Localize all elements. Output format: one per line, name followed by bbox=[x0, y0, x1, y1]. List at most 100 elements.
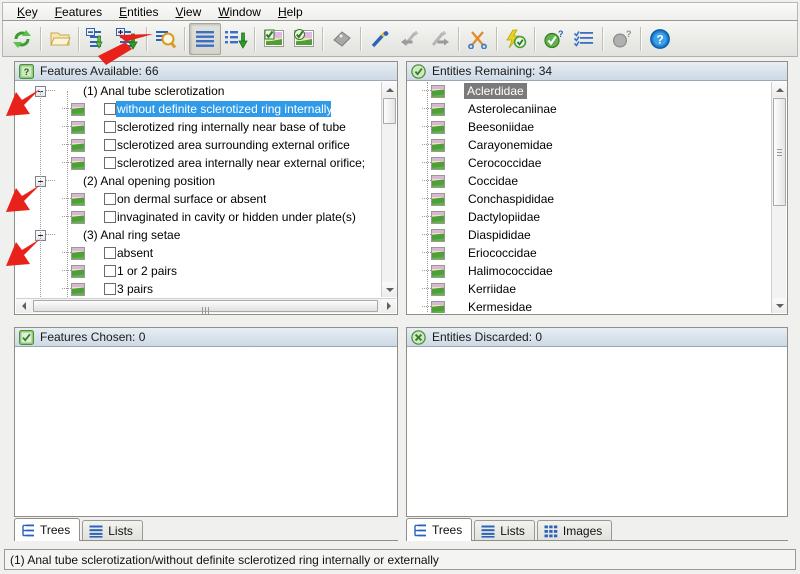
menu-item-view[interactable]: View bbox=[167, 4, 210, 20]
state-image-icon[interactable] bbox=[71, 247, 85, 260]
tree-state-row[interactable]: without definite sclerotized ring intern… bbox=[16, 100, 381, 118]
entity-row[interactable]: Eriococcidae bbox=[408, 244, 771, 262]
state-checkbox[interactable] bbox=[104, 247, 116, 259]
features-chosen-body[interactable] bbox=[15, 347, 397, 516]
scroll-up-button[interactable] bbox=[772, 82, 787, 97]
features-tree[interactable]: (1) Anal tube sclerotization without def… bbox=[16, 82, 381, 297]
scroll-down-button[interactable] bbox=[772, 298, 787, 313]
entity-row[interactable]: Asterolecaniinae bbox=[408, 100, 771, 118]
wand-back-button[interactable] bbox=[395, 24, 425, 54]
tree-state-row[interactable]: invaginated in cavity or hidden under pl… bbox=[16, 208, 381, 226]
entity-image-icon[interactable] bbox=[431, 229, 445, 242]
feature-state-label[interactable]: absent bbox=[116, 246, 153, 260]
entity-row[interactable]: Kerriidae bbox=[408, 280, 771, 298]
unknown-button[interactable]: ? bbox=[607, 24, 637, 54]
entity-row[interactable]: Conchaspididae bbox=[408, 190, 771, 208]
entity-label[interactable]: Halimococcidae bbox=[467, 264, 553, 278]
entity-image-icon[interactable] bbox=[431, 265, 445, 278]
scroll-right-button[interactable] bbox=[381, 299, 396, 313]
entity-row[interactable]: Cerococcidae bbox=[408, 154, 771, 172]
lightning-check-button[interactable] bbox=[501, 24, 531, 54]
entity-label[interactable]: Conchaspididae bbox=[467, 192, 554, 206]
feature-state-label[interactable]: sclerotized area surrounding external or… bbox=[116, 138, 350, 152]
tree-group-row[interactable]: (2) Anal opening position bbox=[16, 172, 381, 190]
state-image-icon[interactable] bbox=[71, 139, 85, 152]
hscroll-thumb[interactable] bbox=[33, 300, 378, 312]
tree-state-row[interactable]: absent bbox=[16, 244, 381, 262]
feature-state-label[interactable]: 3 pairs bbox=[116, 282, 153, 296]
expand-tree-button[interactable] bbox=[113, 24, 143, 54]
state-checkbox[interactable] bbox=[104, 157, 116, 169]
state-checkbox[interactable] bbox=[104, 283, 116, 295]
tab-trees-right[interactable]: Trees bbox=[406, 518, 472, 541]
checklist-button[interactable] bbox=[569, 24, 599, 54]
tree-group-row[interactable]: (1) Anal tube sclerotization bbox=[16, 82, 381, 100]
tree-state-row[interactable]: sclerotized ring internally near base of… bbox=[16, 118, 381, 136]
state-image-icon[interactable] bbox=[71, 265, 85, 278]
magic-wand-button[interactable] bbox=[365, 24, 395, 54]
state-image-icon[interactable] bbox=[71, 283, 85, 296]
scroll-left-button[interactable] bbox=[16, 299, 31, 313]
entity-image-icon[interactable] bbox=[431, 103, 445, 116]
entity-label[interactable]: Asterolecaniinae bbox=[467, 102, 557, 116]
features-vscrollbar[interactable] bbox=[381, 82, 396, 297]
menu-item-help[interactable]: Help bbox=[270, 4, 312, 20]
feature-state-label[interactable]: invaginated in cavity or hidden under pl… bbox=[116, 210, 356, 224]
tab-lists-left[interactable]: Lists bbox=[82, 520, 143, 541]
tab-images-right[interactable]: Images bbox=[537, 520, 612, 541]
sort-descending-button[interactable] bbox=[221, 24, 251, 54]
menu-item-window[interactable]: Window bbox=[210, 4, 270, 20]
state-image-icon[interactable] bbox=[71, 157, 85, 170]
state-image-icon[interactable] bbox=[71, 211, 85, 224]
entities-discarded-list[interactable] bbox=[408, 348, 786, 515]
scroll-up-button[interactable] bbox=[382, 82, 397, 97]
find-features-button[interactable] bbox=[151, 24, 181, 54]
feature-state-label[interactable]: 1 or 2 pairs bbox=[116, 264, 177, 278]
feature-state-label[interactable]: without definite sclerotized ring intern… bbox=[116, 101, 331, 117]
state-checkbox[interactable] bbox=[104, 211, 116, 223]
entity-row[interactable]: Beesoniidae bbox=[408, 118, 771, 136]
tab-lists-right[interactable]: Lists bbox=[474, 520, 535, 541]
entity-label[interactable]: Aclerdidae bbox=[464, 83, 527, 99]
scroll-down-button[interactable] bbox=[382, 282, 397, 297]
entity-label[interactable]: Dactylopiidae bbox=[467, 210, 540, 224]
tree-state-row[interactable]: 1 or 2 pairs bbox=[16, 262, 381, 280]
entity-row[interactable]: Carayonemidae bbox=[408, 136, 771, 154]
help-button[interactable]: ? bbox=[645, 24, 675, 54]
entity-image-icon[interactable] bbox=[431, 193, 445, 206]
open-folder-button[interactable] bbox=[45, 24, 75, 54]
state-checkbox[interactable] bbox=[104, 265, 116, 277]
entities-images-button[interactable] bbox=[289, 24, 319, 54]
tab-trees-left[interactable]: Trees bbox=[14, 518, 80, 541]
state-checkbox[interactable] bbox=[104, 103, 116, 115]
menu-item-features[interactable]: Features bbox=[47, 4, 111, 20]
feature-state-label[interactable]: on dermal surface or absent bbox=[116, 192, 266, 206]
restart-key-button[interactable] bbox=[7, 24, 37, 54]
entity-row[interactable]: Coccidae bbox=[408, 172, 771, 190]
entity-image-icon[interactable] bbox=[431, 211, 445, 224]
entities-list[interactable]: Aclerdidae Asterolecaniinae Beesoniidae … bbox=[408, 82, 771, 313]
state-image-icon[interactable] bbox=[71, 103, 85, 116]
entity-row[interactable]: Dactylopiidae bbox=[408, 208, 771, 226]
collapse-tree-button[interactable] bbox=[83, 24, 113, 54]
entity-row[interactable]: Kermesidae bbox=[408, 298, 771, 313]
vscroll-thumb[interactable] bbox=[383, 98, 396, 124]
entity-label[interactable]: Beesoniidae bbox=[467, 120, 534, 134]
entity-row[interactable]: Aclerdidae bbox=[408, 82, 771, 100]
menu-item-key[interactable]: KKeyey bbox=[9, 4, 47, 20]
tree-group-row[interactable]: (3) Anal ring setae bbox=[16, 226, 381, 244]
feature-state-label[interactable]: sclerotized ring internally near base of… bbox=[116, 120, 346, 134]
state-checkbox[interactable] bbox=[104, 193, 116, 205]
state-image-icon[interactable] bbox=[71, 121, 85, 134]
entity-label[interactable]: Coccidae bbox=[467, 174, 518, 188]
list-view-button[interactable] bbox=[189, 23, 221, 55]
state-checkbox[interactable] bbox=[104, 139, 116, 151]
entity-label[interactable]: Kermesidae bbox=[467, 300, 532, 313]
tree-state-row[interactable]: on dermal surface or absent bbox=[16, 190, 381, 208]
features-chosen-list[interactable] bbox=[16, 348, 396, 515]
entity-row[interactable]: Halimococcidae bbox=[408, 262, 771, 280]
entities-discarded-body[interactable] bbox=[407, 347, 787, 516]
entity-label[interactable]: Diaspididae bbox=[467, 228, 531, 242]
entity-label[interactable]: Cerococcidae bbox=[467, 156, 541, 170]
entity-image-icon[interactable] bbox=[431, 85, 445, 98]
